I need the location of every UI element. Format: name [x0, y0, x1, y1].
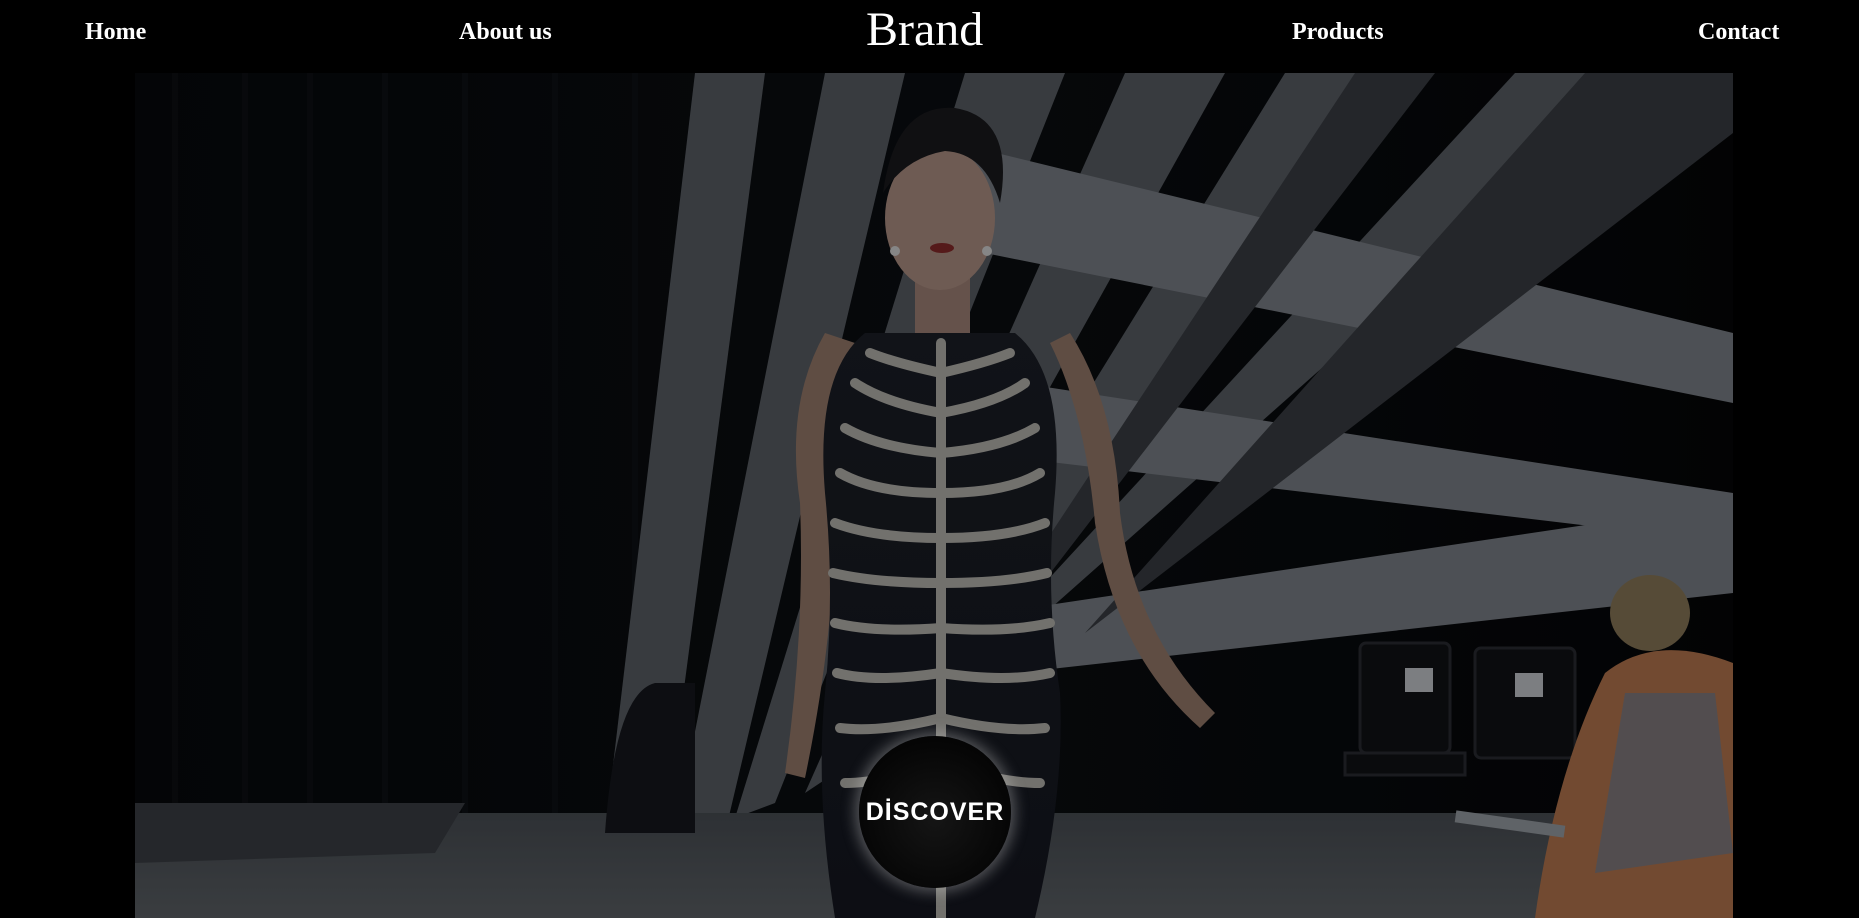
- nav-contact-link[interactable]: Contact: [1698, 17, 1779, 47]
- discover-button[interactable]: DİSCOVER: [859, 736, 1011, 888]
- nav-products-link[interactable]: Products: [1292, 17, 1384, 47]
- nav-about-link[interactable]: About us: [459, 17, 552, 47]
- brand-logo[interactable]: Brand: [866, 2, 983, 58]
- top-navigation: Home About us Brand Products Contact: [0, 0, 1859, 73]
- nav-home-link[interactable]: Home: [85, 17, 146, 47]
